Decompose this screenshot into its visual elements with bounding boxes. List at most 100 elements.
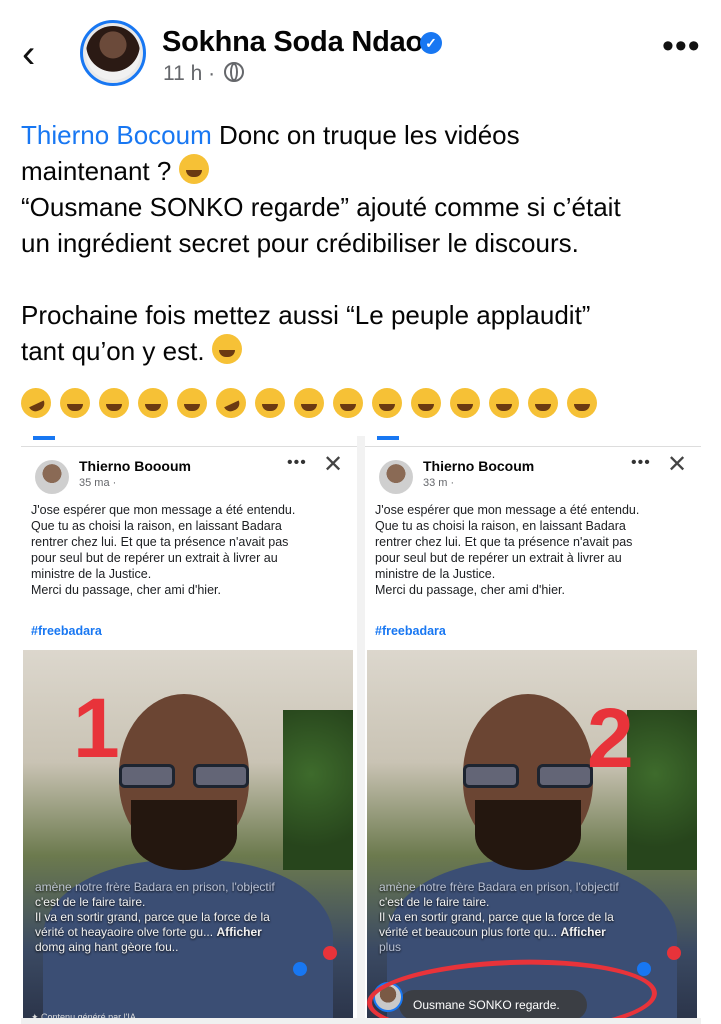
joy-emoji-icon: [178, 154, 209, 184]
screenshot-right: Thierno Bocoum 33 m · ••• ✕ J'ose espére…: [365, 436, 701, 1024]
red-number-label: 2: [587, 691, 634, 785]
screenshot-left: Thierno Booou​m 35 ma · ••• ✕ J'ose espé…: [21, 436, 357, 1024]
public-globe-icon: [224, 62, 244, 82]
hashtag: #freebadara: [375, 624, 446, 638]
background-plant: [283, 710, 353, 870]
mention-link[interactable]: Thierno Bocoum: [21, 120, 212, 150]
avatar: [35, 460, 69, 494]
caption-line: Il va en sortir grand, parce que la forc…: [35, 910, 270, 924]
video-frame: 1 amène notre frère Badara en prison, l'…: [23, 650, 353, 1024]
text-line: ministre de la Justice.: [31, 567, 152, 581]
screenshot-author-name: Thierno Booou​m: [79, 458, 191, 474]
joy-emoji-icon: [138, 388, 168, 418]
text-line: Que tu as choisi la raison, en laissant …: [31, 519, 282, 533]
smirk-emoji-icon: [211, 334, 242, 364]
text-line: ministre de la Justice.: [375, 567, 496, 581]
screenshot-time: 33 m ·: [423, 477, 455, 489]
post-text-segment: maintenant ?: [21, 156, 179, 186]
close-icon: ✕: [667, 451, 688, 478]
emoji-row: [16, 383, 597, 424]
person-beard: [475, 800, 581, 870]
caption-line: c'est de le faire taire.: [379, 895, 490, 909]
screenshot-author-name: Thierno Bocoum: [423, 458, 535, 474]
text-line: J'ose espérer que mon message a été ente…: [31, 503, 296, 517]
more-options-icon[interactable]: •••: [662, 29, 701, 63]
screenshot-post-text: J'ose espérer que mon message a été ente…: [375, 502, 693, 598]
text-line: rentrer chez lui. Et que ta présence n'a…: [375, 535, 633, 549]
afficher-link: Afficher: [216, 925, 262, 939]
post-line-4: un ingrédient secret pour crédibiliser l…: [21, 228, 579, 258]
heart-reaction-icon: [667, 946, 681, 960]
caption-line: c'est de le faire taire.: [35, 895, 146, 909]
joy-emoji-icon: [333, 388, 363, 418]
back-arrow-icon[interactable]: ‹: [22, 34, 58, 74]
caption-line: domg aing hant gèore fou..: [35, 940, 179, 954]
post-image[interactable]: Thierno Booou​m 35 ma · ••• ✕ J'ose espé…: [21, 436, 701, 1024]
caption-line: plus: [379, 940, 402, 954]
post-line-3: “Ousmane SONKO regarde” ajouté comme si …: [21, 192, 621, 222]
person-beard: [131, 800, 237, 870]
joy-emoji-icon: [255, 388, 285, 418]
divider: [21, 1018, 701, 1024]
like-reaction-icon: [637, 962, 651, 976]
heart-reaction-icon: [323, 946, 337, 960]
text-line: rentrer chez lui. Et que ta présence n'a…: [31, 535, 289, 549]
joy-emoji-icon: [450, 388, 480, 418]
verified-badge-icon: ✓: [420, 32, 442, 54]
caption-overlay: amène notre frère Badara en prison, l'ob…: [379, 880, 689, 955]
post-body: Thierno Bocoum Donc on truque les vidéos…: [21, 117, 701, 369]
red-number-label: 1: [73, 681, 120, 775]
post-line-2: maintenant ?: [21, 153, 701, 189]
joy-emoji-icon: [411, 388, 441, 418]
author-name[interactable]: Sokhna Soda Ndao: [162, 26, 423, 59]
hashtag: #freebadara: [31, 624, 102, 638]
glasses: [463, 764, 595, 788]
post-line-1: Thierno Bocoum Donc on truque les vidéos: [21, 117, 701, 153]
text-line: pour seul but de repérer un extrait à li…: [375, 551, 622, 565]
text-line: Que tu as choisi la raison, en laissant …: [375, 519, 626, 533]
text-line: J'ose espérer que mon message a été ente…: [375, 503, 640, 517]
video-frame: 2 amène notre frère Badara en prison, l'…: [367, 650, 697, 1024]
post-time[interactable]: 11 h ·: [163, 62, 215, 86]
caption-line: amène notre frère Badara en prison, l'ob…: [35, 880, 275, 894]
screenshot-post-text: J'ose espérer que mon message a été ente…: [31, 502, 349, 598]
tab-indicator: [377, 436, 399, 440]
text-line: Merci du passage, cher ami d'hier.: [31, 583, 221, 597]
text-line: Merci du passage, cher ami d'hier.: [375, 583, 565, 597]
joy-emoji-icon: [567, 388, 597, 418]
screenshot-time: 35 ma ·: [79, 477, 117, 489]
caption-line: amène notre frère Badara en prison, l'ob…: [379, 880, 619, 894]
like-reaction-icon: [293, 962, 307, 976]
afficher-link: Afficher: [560, 925, 606, 939]
avatar: [379, 460, 413, 494]
glasses: [119, 764, 251, 788]
tab-indicator: [33, 436, 55, 440]
close-icon: ✕: [323, 451, 344, 478]
joy-emoji-icon: [489, 388, 519, 418]
joy-emoji-icon: [99, 388, 129, 418]
joy-emoji-icon: [60, 388, 90, 418]
caption-line: vérité ot heayaoire olve forte gu...: [35, 925, 214, 939]
more-options-icon: •••: [631, 454, 651, 471]
tab-bar: [365, 436, 701, 447]
caption-line: vérité et beaucoun plus forte qu...: [379, 925, 558, 939]
joy-emoji-icon: [177, 388, 207, 418]
caption-line: Il va en sortir grand, parce que la forc…: [379, 910, 614, 924]
post-line-5: Prochaine fois mettez aussi “Le peuple a…: [21, 300, 591, 330]
post-line-6: tant qu’on y est.: [21, 333, 701, 369]
joy-emoji-icon: [372, 388, 402, 418]
rolling-laughing-emoji-icon: [211, 383, 251, 423]
caption-overlay: amène notre frère Badara en prison, l'ob…: [35, 880, 345, 955]
rolling-laughing-emoji-icon: [16, 383, 56, 423]
background-plant: [627, 710, 697, 870]
post-text-segment: Donc on truque les vidéos: [211, 120, 520, 150]
avatar-photo: [86, 26, 140, 80]
text-line: pour seul but de repérer un extrait à li…: [31, 551, 278, 565]
more-options-icon: •••: [287, 454, 307, 471]
joy-emoji-icon: [294, 388, 324, 418]
author-avatar[interactable]: [80, 20, 146, 86]
post-text-segment: tant qu’on y est.: [21, 336, 212, 366]
post-header: ‹ Sokhna Soda Ndao ✓ 11 h · •••: [0, 0, 721, 100]
joy-emoji-icon: [528, 388, 558, 418]
